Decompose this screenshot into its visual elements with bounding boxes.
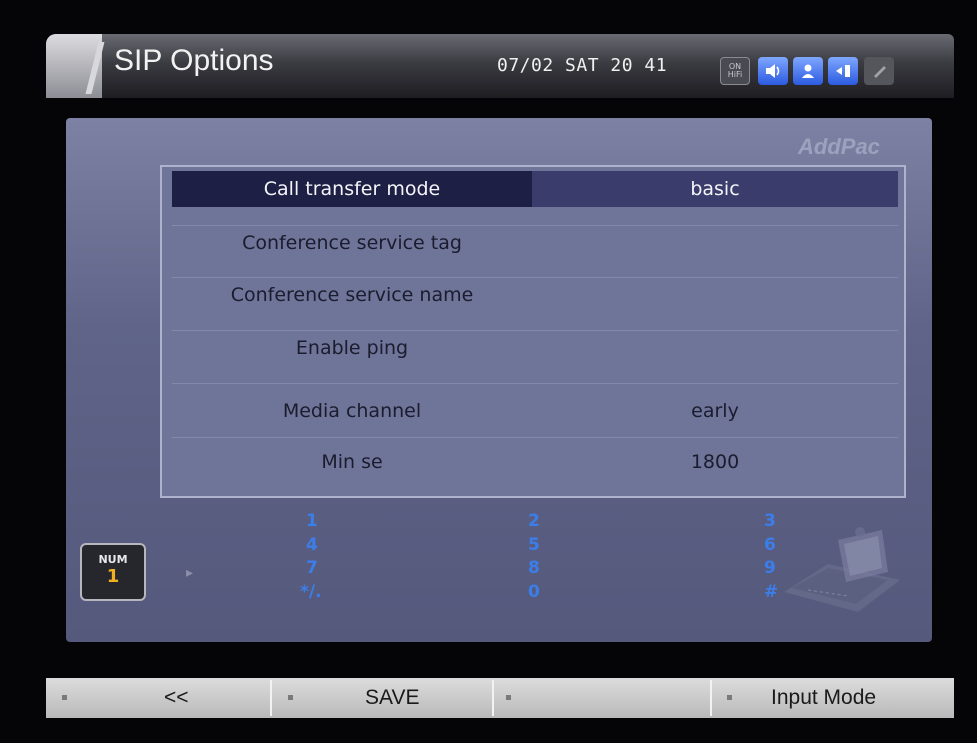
key-0[interactable]: 0 [528, 582, 540, 602]
option-row-call-transfer-mode[interactable]: Call transfer mode basic [172, 171, 898, 207]
key-3[interactable]: 3 [764, 511, 776, 531]
key-1[interactable]: 1 [306, 511, 318, 531]
softkey-separator [270, 680, 272, 716]
back-button[interactable]: << [164, 678, 189, 718]
option-row-min-se[interactable]: Min se 1800 [172, 444, 898, 480]
option-label: Conference service tag [242, 232, 462, 254]
softkey-dot-icon [727, 695, 732, 700]
options-list: Call transfer mode basic Conference serv… [160, 165, 906, 498]
softkey-dot-icon [506, 695, 511, 700]
softkey-dot-icon [288, 695, 293, 700]
transfer-icon [828, 57, 858, 85]
option-value[interactable]: 1800 [532, 451, 898, 473]
key-7[interactable]: 7 [306, 558, 318, 578]
softkey-dot-icon [62, 695, 67, 700]
key-4[interactable]: 4 [306, 535, 318, 555]
page-title: SIP Options [114, 44, 274, 77]
option-label: Min se [321, 451, 383, 473]
row-divider [172, 437, 898, 438]
profile-icon [793, 57, 823, 85]
brand-logo: AddPac [798, 134, 880, 159]
input-mode-button[interactable]: Input Mode [771, 678, 876, 718]
option-label: Enable ping [295, 337, 409, 359]
key-5[interactable]: 5 [528, 535, 540, 555]
softkey-separator [492, 680, 494, 716]
key-hash[interactable]: # [764, 582, 778, 602]
handset-icon [864, 57, 894, 85]
key-9[interactable]: 9 [764, 558, 776, 578]
option-row-media-channel[interactable]: Media channel early [172, 393, 898, 429]
option-label: Conference service name [230, 284, 474, 306]
key-2[interactable]: 2 [528, 511, 540, 531]
key-star[interactable]: */. [300, 582, 322, 602]
option-label: Call transfer mode [263, 178, 441, 200]
option-label: Media channel [282, 400, 422, 422]
option-value[interactable]: basic [532, 171, 898, 207]
option-value[interactable]: early [532, 400, 898, 422]
row-divider [172, 383, 898, 384]
videophone-icon [784, 527, 900, 612]
option-row-conference-service-name[interactable]: Conference service name [172, 277, 898, 313]
key-6[interactable]: 6 [764, 535, 776, 555]
save-button[interactable]: SAVE [365, 678, 419, 718]
softkey-separator [710, 680, 712, 716]
hifi-icon: ON HiFi [720, 57, 750, 85]
key-8[interactable]: 8 [528, 558, 540, 578]
speaker-icon [758, 57, 788, 85]
date-time: 07/02 SAT 20 41 [497, 55, 668, 76]
input-mode-badge: NUM 1 [80, 543, 146, 601]
option-row-enable-ping[interactable]: Enable ping [172, 330, 898, 366]
keypad-pointer-icon: ▸ [186, 565, 194, 581]
option-row-conference-service-tag[interactable]: Conference service tag [172, 225, 898, 261]
